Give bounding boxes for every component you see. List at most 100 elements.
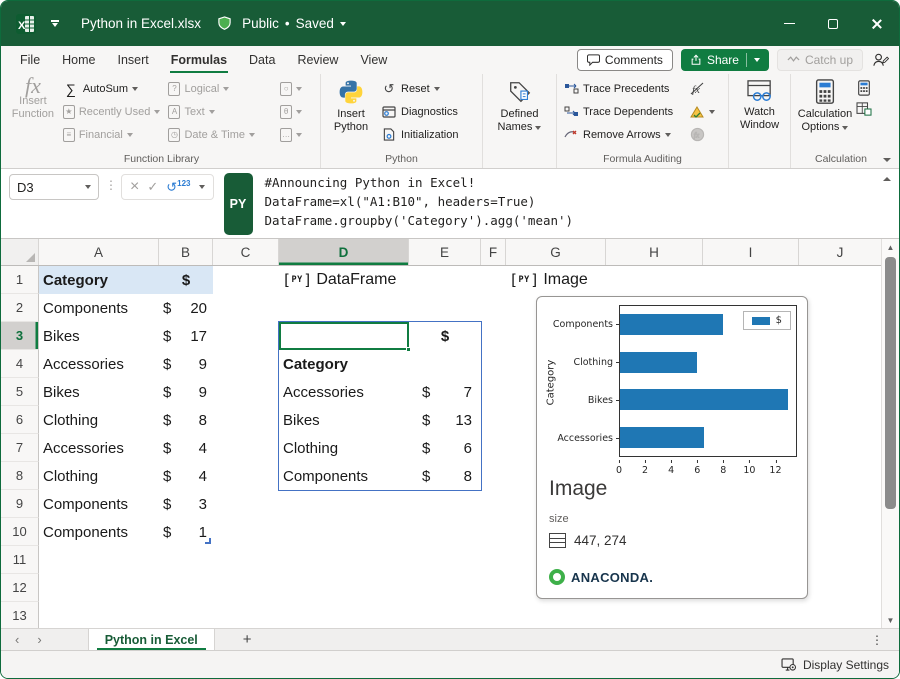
logical-button[interactable]: ? Logical <box>165 77 277 100</box>
cell-a7[interactable]: Accessories <box>39 434 159 462</box>
column-header-e[interactable]: E <box>409 239 481 265</box>
insert-function-button[interactable]: fx Insert Function <box>6 74 60 121</box>
column-header-d[interactable]: D <box>279 239 409 265</box>
column-header-j[interactable]: J <box>799 239 881 265</box>
cell-b8[interactable]: $4 <box>159 462 213 490</box>
document-title[interactable]: Python in Excel.xlsx <box>81 16 201 31</box>
close-button[interactable] <box>855 1 899 46</box>
text-button[interactable]: A Text <box>165 100 277 123</box>
tab-view[interactable]: View <box>349 46 398 73</box>
calculate-sheet-icon[interactable] <box>856 102 872 116</box>
column-header-c[interactable]: C <box>213 239 279 265</box>
column-header-i[interactable]: I <box>703 239 799 265</box>
cell-a5[interactable]: Bikes <box>39 378 159 406</box>
cell-e3[interactable]: $ <box>409 322 481 350</box>
cell-b9[interactable]: $3 <box>159 490 213 518</box>
excel-app-icon[interactable]: X <box>15 13 37 35</box>
column-header-a[interactable]: A <box>39 239 159 265</box>
recently-used-button[interactable]: ★ Recently Used <box>60 100 166 123</box>
insert-python-button[interactable]: Insert Python <box>324 74 378 134</box>
people-button[interactable] <box>871 52 889 68</box>
cell-b6[interactable]: $8 <box>159 406 213 434</box>
evaluate-formula-button[interactable]: fx <box>686 123 724 146</box>
next-sheet-icon[interactable]: › <box>37 632 41 647</box>
row-header-6[interactable]: 6 <box>1 406 39 434</box>
cell-b1[interactable]: $ <box>159 266 213 294</box>
grid-body[interactable]: 1 2 3 4 5 6 7 8 9 10 11 12 13 Category $… <box>1 266 881 628</box>
row-header-10[interactable]: 10 <box>1 518 39 546</box>
catch-up-button[interactable]: Catch up <box>777 49 863 71</box>
cell-e5[interactable]: $7 <box>409 378 481 406</box>
cell-d7[interactable]: Clothing <box>283 434 409 462</box>
cell-d1[interactable]: [PY] DataFrame <box>282 266 396 294</box>
trace-precedents-button[interactable]: Trace Precedents <box>560 77 686 100</box>
calculate-now-icon[interactable] <box>856 80 872 96</box>
calculation-options-button[interactable]: Calculation Options <box>794 74 856 134</box>
tab-insert[interactable]: Insert <box>107 46 160 73</box>
vertical-scrollbar[interactable]: ▲ ▼ <box>881 239 899 628</box>
selected-cell-d3[interactable] <box>279 322 409 350</box>
row-header-4[interactable]: 4 <box>1 350 39 378</box>
cell-d6[interactable]: Bikes <box>283 406 409 434</box>
name-box[interactable]: D3 <box>9 174 99 200</box>
cell-b5[interactable]: $9 <box>159 378 213 406</box>
share-button[interactable]: Share <box>681 49 769 71</box>
row-header-11[interactable]: 11 <box>1 546 39 574</box>
cell-a9[interactable]: Components <box>39 490 159 518</box>
sensitivity-label[interactable]: Public <box>242 16 279 31</box>
row-header-9[interactable]: 9 <box>1 490 39 518</box>
watch-window-button[interactable]: Watch Window <box>733 74 787 132</box>
initialization-button[interactable]: Initialization <box>378 123 461 146</box>
sheet-bar-menu-icon[interactable]: ⋮ <box>871 633 883 647</box>
error-checking-button[interactable] <box>686 100 724 123</box>
cell-d4[interactable]: Category <box>283 350 409 378</box>
document-status[interactable]: Public • Saved <box>242 16 346 31</box>
cell-a10[interactable]: Components <box>39 518 159 546</box>
cell-d5[interactable]: Accessories <box>283 378 409 406</box>
tab-file[interactable]: File <box>9 46 51 73</box>
cell-e7[interactable]: $6 <box>409 434 481 462</box>
diagnostics-button[interactable]: Diagnostics <box>378 100 461 123</box>
column-header-h[interactable]: H <box>606 239 703 265</box>
more-functions-button[interactable]: … <box>277 123 317 146</box>
row-header-2[interactable]: 2 <box>1 294 39 322</box>
defined-names-button[interactable]: Defined Names <box>488 74 552 134</box>
formula-bar-collapse-icon[interactable] <box>883 177 891 181</box>
ribbon-collapse-icon[interactable] <box>883 158 891 162</box>
quick-access-toolbar-caret-icon[interactable] <box>51 20 59 27</box>
cell-e6[interactable]: $13 <box>409 406 481 434</box>
tab-home[interactable]: Home <box>51 46 106 73</box>
cell-a3[interactable]: Bikes <box>39 322 159 350</box>
trace-dependents-button[interactable]: Trace Dependents <box>560 100 686 123</box>
row-header-5[interactable]: 5 <box>1 378 39 406</box>
formula-input[interactable]: #Announcing Python in Excel! DataFrame=x… <box>259 169 899 238</box>
row-header-3[interactable]: 3 <box>1 322 39 350</box>
cell-b4[interactable]: $9 <box>159 350 213 378</box>
select-all-corner[interactable] <box>1 239 39 265</box>
maximize-button[interactable] <box>811 1 855 46</box>
date-time-button[interactable]: ◷ Date & Time <box>165 123 277 146</box>
save-status-caret-icon[interactable] <box>340 22 346 26</box>
scrollbar-thumb[interactable] <box>885 257 896 509</box>
cell-b7[interactable]: $4 <box>159 434 213 462</box>
python-image-card[interactable]: Category ComponentsClothingBikesAccessor… <box>536 296 808 599</box>
sheet-tab-python-in-excel[interactable]: Python in Excel <box>88 629 215 650</box>
cell-a6[interactable]: Clothing <box>39 406 159 434</box>
autosum-button[interactable]: ∑ AutoSum <box>60 77 166 100</box>
row-header-13[interactable]: 13 <box>1 602 39 628</box>
row-header-8[interactable]: 8 <box>1 462 39 490</box>
show-formulas-button[interactable]: fx <box>686 77 724 100</box>
scroll-down-icon[interactable]: ▼ <box>882 612 899 628</box>
tab-data[interactable]: Data <box>238 46 286 73</box>
cell-g1[interactable]: [PY] Image <box>509 266 588 294</box>
display-settings-button[interactable]: Display Settings <box>781 658 889 672</box>
scroll-up-icon[interactable]: ▲ <box>882 239 899 255</box>
minimize-button[interactable] <box>767 1 811 46</box>
cancel-icon[interactable]: × <box>130 178 139 196</box>
cell-a4[interactable]: Accessories <box>39 350 159 378</box>
cell-a1[interactable]: Category <box>39 266 159 294</box>
row-header-1[interactable]: 1 <box>1 266 39 294</box>
share-caret-icon[interactable] <box>754 58 760 62</box>
prev-sheet-icon[interactable]: ‹ <box>15 632 19 647</box>
column-header-g[interactable]: G <box>506 239 606 265</box>
